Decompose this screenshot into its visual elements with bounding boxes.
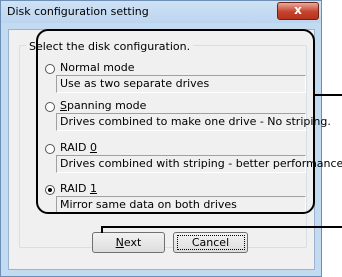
close-icon: x [294,3,302,17]
callout-line-options [315,94,342,96]
options-highlight-box [36,29,315,214]
cancel-focus-rect [177,235,245,250]
callout-line-next-horizontal [101,226,342,228]
close-button[interactable]: x [277,2,319,20]
window-title: Disk configuration setting [7,5,149,18]
next-button[interactable]: Next [92,232,165,253]
title-bar[interactable]: Disk configuration setting x [1,1,321,23]
